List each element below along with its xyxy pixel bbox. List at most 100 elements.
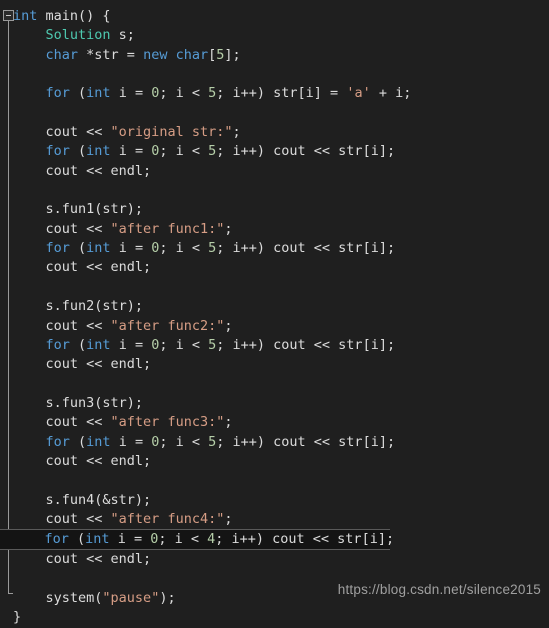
code-token-str: "pause" [102, 589, 160, 606]
code-line[interactable]: cout << "after func1:"; [0, 220, 549, 239]
code-line[interactable]: for (int i = 0; i < 5; i++) cout << str[… [0, 239, 549, 258]
code-editor[interactable]: int main() { Solution s; char *str = new… [0, 0, 549, 625]
code-token-str: "after func2:" [110, 317, 225, 334]
code-line[interactable]: cout << endl; [0, 550, 549, 569]
code-line[interactable]: cout << endl; [0, 355, 549, 374]
code-token-pln: cout << endl; [45, 452, 152, 469]
code-token-pln: ; i < [159, 240, 209, 257]
code-token-pln: cout << endl; [45, 356, 152, 373]
code-token-pln: ( [69, 433, 87, 450]
code-token-kw: int [86, 143, 111, 160]
code-token-pln: ; i < [159, 85, 209, 102]
code-line[interactable]: cout << "original str:"; [0, 123, 549, 142]
code-token-kw: for [45, 85, 70, 102]
code-line[interactable]: cout << "after func4:"; [0, 510, 549, 529]
code-token-pln: ; i++) cout << str[i]; [216, 143, 396, 160]
code-line-current[interactable]: for (int i = 0; i < 4; i++) cout << str[… [0, 529, 394, 551]
code-token-pln: ; [224, 220, 233, 237]
code-line[interactable]: cout << endl; [0, 258, 549, 277]
code-line[interactable]: Solution s; [0, 26, 549, 45]
code-token-kw: for [45, 336, 70, 353]
code-line[interactable]: cout << endl; [0, 162, 549, 181]
code-token-typ: Solution [45, 27, 111, 44]
code-token-kw: int [86, 240, 111, 257]
code-line[interactable]: s.fun2(str); [0, 297, 549, 316]
code-token-pln: ; i++) cout << str[i]; [216, 336, 396, 353]
code-token-pln: ; i < [159, 336, 209, 353]
code-token-pln: ; i++) cout << str[i]; [216, 240, 396, 257]
code-line[interactable]: s.fun3(str); [0, 394, 549, 413]
code-line[interactable]: s.fun4(&str); [0, 491, 549, 510]
code-token-kw: for [45, 240, 70, 257]
code-token-pln: s.fun1(str); [45, 201, 144, 218]
code-line[interactable]: for (int i = 0; i < 5; i++) str[i] = 'a'… [0, 84, 549, 103]
code-line[interactable]: ​ [0, 104, 549, 123]
code-token-pln: ; i++) cout << str[i]; [215, 531, 395, 548]
code-line[interactable]: s.fun1(str); [0, 200, 549, 219]
code-token-pln: ; i++) str[i] = [216, 85, 347, 102]
code-line[interactable]: cout << endl; [0, 452, 549, 471]
code-token-pln: ; [224, 414, 233, 431]
code-token-str: 'a' [346, 85, 371, 102]
code-token-kw: int [86, 433, 111, 450]
code-content[interactable]: int main() { Solution s; char *str = new… [0, 0, 549, 625]
code-line[interactable]: char *str = new char[5]; [0, 46, 549, 65]
code-token-pln: i = [109, 531, 151, 548]
watermark-url: https://blog.csdn.net/silence2015 [337, 582, 541, 597]
code-token-pln: ( [69, 336, 87, 353]
code-token-pln: ; i < [158, 531, 208, 548]
code-line[interactable]: cout << "after func3:"; [0, 413, 549, 432]
code-token-kw: int [86, 85, 111, 102]
code-token-pln: s.fun2(str); [45, 298, 144, 315]
code-token-pln: } [13, 609, 22, 626]
code-token-pln: ; [224, 510, 233, 527]
code-line[interactable]: ​ [0, 278, 549, 297]
code-line[interactable]: for (int i = 0; i < 5; i++) cout << str[… [0, 433, 549, 452]
code-token-str: "after func3:" [110, 414, 225, 431]
code-token-pln: ; [224, 317, 233, 334]
code-token-pln: cout << endl; [45, 259, 152, 276]
code-line[interactable]: ​ [0, 375, 549, 394]
code-token-pln: system( [45, 589, 103, 606]
code-line[interactable]: for (int i = 0; i < 5; i++) cout << str[… [0, 142, 549, 161]
code-token-pln: ; i++) cout << str[i]; [216, 433, 396, 450]
code-line[interactable]: ​ [0, 65, 549, 84]
code-token-pln: s.fun3(str); [45, 394, 144, 411]
code-line[interactable]: ​ [0, 471, 549, 490]
code-line[interactable]: } [0, 608, 549, 627]
code-line[interactable]: for (int i = 0; i < 5; i++) cout << str[… [0, 336, 549, 355]
code-token-kw: char [175, 46, 209, 63]
code-token-pln: ; i < [159, 433, 209, 450]
code-token-pln: s; [110, 27, 135, 44]
code-token-kw: for [44, 531, 69, 548]
code-token-pln: main() { [37, 8, 111, 24]
code-token-kw: for [45, 143, 70, 160]
code-token-pln: cout << [45, 124, 111, 141]
code-line[interactable]: ​ [0, 181, 549, 200]
code-token-pln: s.fun4(&str); [45, 491, 152, 508]
code-token-pln: cout << [45, 510, 111, 527]
code-token-pln: i = [110, 336, 152, 353]
code-token-pln: ; [232, 124, 241, 141]
code-line[interactable]: int main() { [0, 7, 549, 26]
code-token-kw: int [86, 336, 111, 353]
code-line[interactable]: cout << "after func2:"; [0, 317, 549, 336]
code-token-pln: i = [110, 240, 152, 257]
